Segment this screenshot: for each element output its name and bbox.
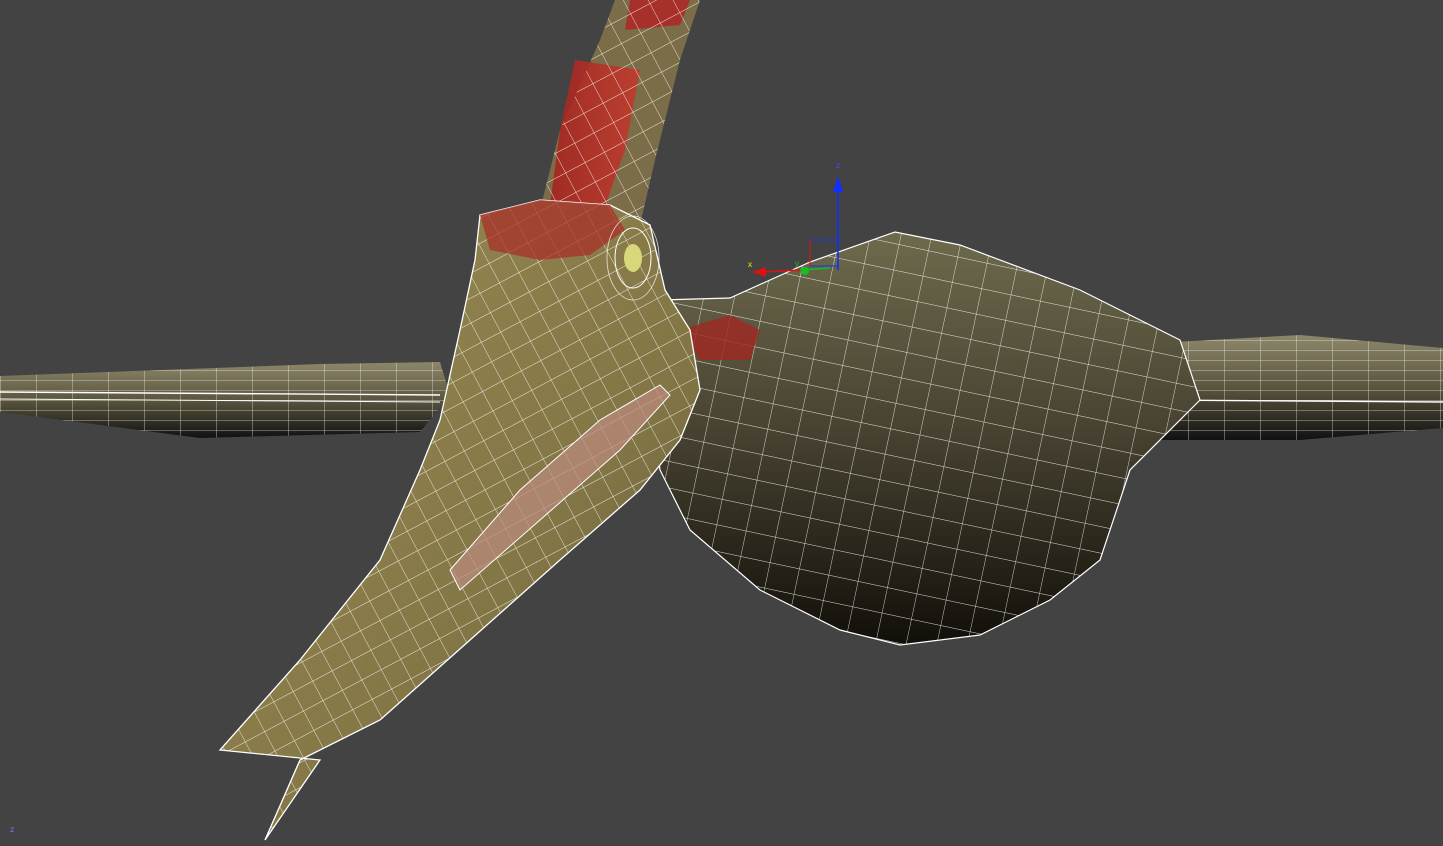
3d-viewport[interactable]: z x y z (0, 0, 1443, 846)
head (218, 199, 701, 841)
gizmo-z-label: z (836, 161, 840, 170)
pterosaur-model[interactable]: z x y (0, 0, 1443, 846)
gizmo-y-label: y (795, 259, 800, 268)
left-wing (0, 362, 450, 438)
torso (649, 231, 1201, 646)
axis-tripod-z-label: z (10, 825, 15, 834)
gizmo-x-label: x (748, 260, 753, 269)
